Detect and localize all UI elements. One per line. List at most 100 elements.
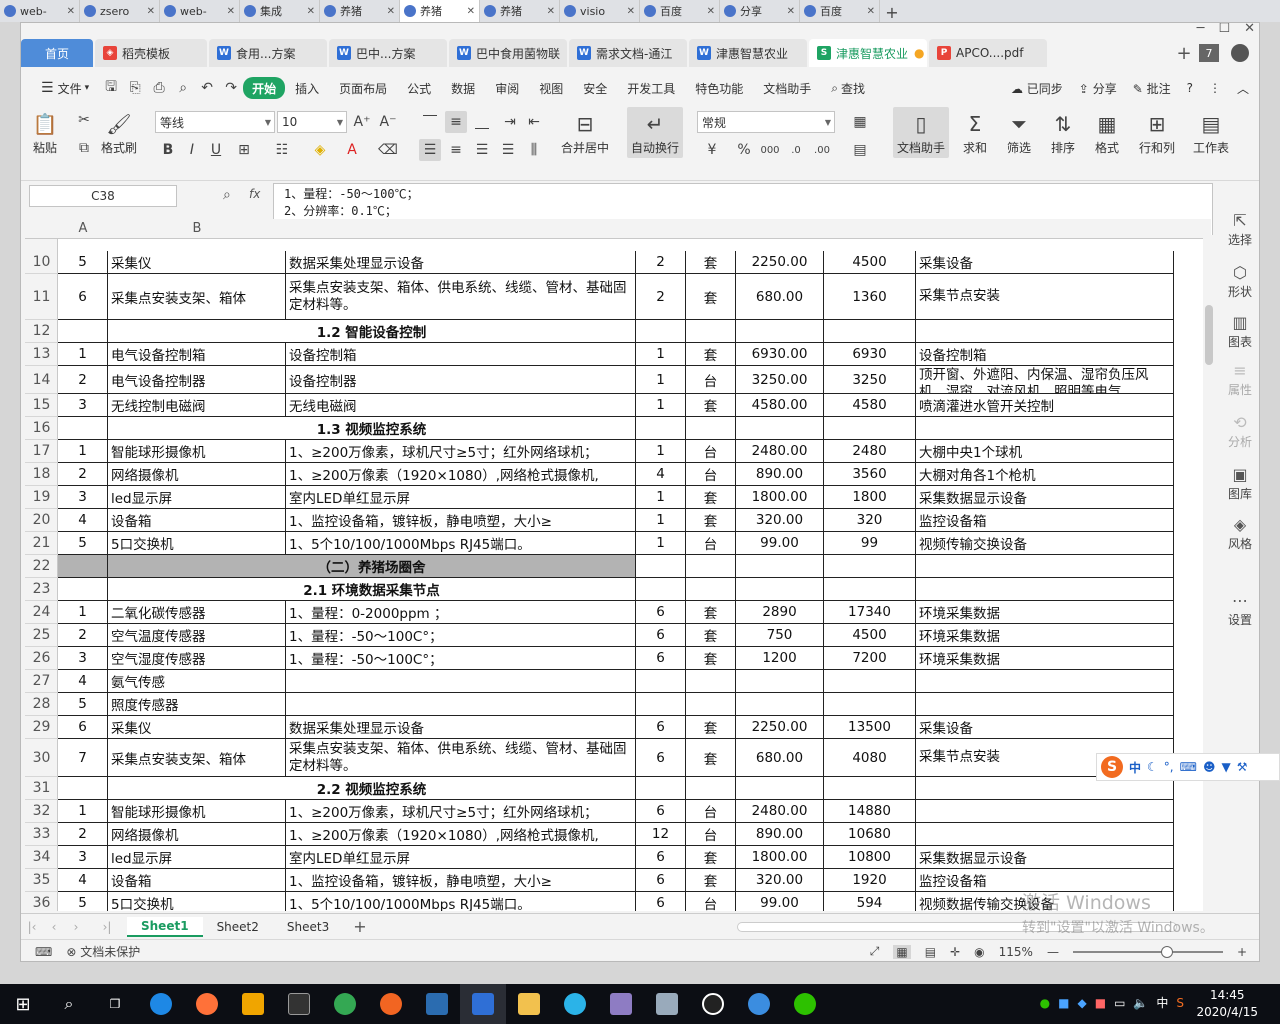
menu-item[interactable]: 开始 — [243, 77, 286, 99]
panel-settings-button[interactable]: ⋯ 设置 — [1219, 591, 1259, 628]
filter-button[interactable]: ⏷ 筛选 — [1005, 111, 1033, 156]
cell-d[interactable]: 2 — [636, 274, 686, 320]
cell[interactable] — [58, 777, 108, 800]
panel-gallery-button[interactable]: ▣ 图库 — [1219, 465, 1259, 502]
cell[interactable] — [686, 417, 736, 440]
cell-e[interactable]: 套 — [686, 601, 736, 624]
cell-f[interactable]: 890.00 — [736, 823, 824, 846]
cell-h[interactable]: 采集数据显示设备 — [916, 846, 1174, 869]
cell-f[interactable] — [736, 693, 824, 716]
outdent-icon[interactable]: ⇤ — [523, 111, 545, 133]
cell-d[interactable]: 6 — [636, 869, 686, 892]
more-icon[interactable]: ⋮ — [1209, 81, 1221, 95]
cell-h[interactable] — [916, 670, 1174, 693]
document-tab[interactable]: ◈ 稻壳模板 — [95, 39, 207, 67]
document-tab[interactable]: W 需求文档-通江 — [569, 39, 687, 67]
browser-tab[interactable]: 养猪 ✕ — [480, 0, 560, 22]
cell-d[interactable]: 1 — [636, 509, 686, 532]
cell[interactable] — [736, 555, 824, 578]
cell-a[interactable]: 4 — [58, 670, 108, 693]
cell-d[interactable] — [636, 670, 686, 693]
cell-b[interactable]: 网络摄像机 — [108, 823, 286, 846]
cell[interactable] — [686, 578, 736, 601]
cell-a[interactable]: 5 — [58, 251, 108, 274]
tab-close-icon[interactable]: ✕ — [624, 6, 635, 17]
cell[interactable] — [824, 320, 916, 343]
cell-a[interactable]: 5 — [58, 532, 108, 555]
cell-e[interactable]: 套 — [686, 739, 736, 777]
browser-tab[interactable]: visio ✕ — [560, 0, 640, 22]
cell[interactable] — [636, 578, 686, 601]
taskbar-explorer[interactable] — [506, 984, 552, 1024]
cell-b[interactable]: 采集点安装支架、箱体 — [108, 274, 286, 320]
cell[interactable] — [58, 555, 108, 578]
cell-e[interactable]: 套 — [686, 394, 736, 417]
menu-item[interactable]: 安全 — [573, 77, 617, 99]
menu-item[interactable]: 公式 — [397, 77, 441, 99]
cell-c[interactable]: 1、≥200万像素（1920×1080）,网络枪式摄像机, — [286, 463, 636, 486]
undo-icon[interactable]: ↶ — [195, 77, 219, 99]
cell-h[interactable] — [916, 800, 1174, 823]
cell-h[interactable]: 设备控制箱 — [916, 343, 1174, 366]
open-icon[interactable]: ⎘ — [123, 77, 147, 99]
cell-g[interactable]: 10680 — [824, 823, 916, 846]
cell-h[interactable]: 环境采集数据 — [916, 601, 1174, 624]
cell[interactable] — [736, 417, 824, 440]
browser-tab[interactable]: 集成 ✕ — [240, 0, 320, 22]
cell-e[interactable]: 套 — [686, 869, 736, 892]
share-button[interactable]: ⇪ 分享 — [1079, 80, 1117, 97]
cell-c[interactable]: 数据采集处理显示设备 — [286, 251, 636, 274]
doc-helper-button[interactable]: ▯ 文档助手 — [893, 107, 950, 158]
taskbar-wechat[interactable] — [782, 984, 828, 1024]
browser-tab[interactable]: web- ✕ — [160, 0, 240, 22]
cell-c[interactable]: 1、≥200万像素，球机尺寸≥5寸；红外网络球机； — [286, 800, 636, 823]
sort-button[interactable]: ⇅ 排序 — [1049, 111, 1077, 156]
cell-e[interactable]: 台 — [686, 892, 736, 911]
browser-tab[interactable]: zsero ✕ — [80, 0, 160, 22]
cell-a[interactable]: 4 — [58, 869, 108, 892]
cell[interactable] — [824, 578, 916, 601]
cell-a[interactable]: 6 — [58, 716, 108, 739]
cell-c[interactable]: 1、5个10/100/1000Mbps RJ45端口。 — [286, 532, 636, 555]
panel-chart-button[interactable]: ▥ 图表 — [1219, 313, 1259, 350]
normal-view-icon[interactable]: ▦ — [893, 944, 911, 959]
first-sheet-icon[interactable]: |‹ — [21, 920, 43, 934]
menu-item[interactable]: 审阅 — [485, 77, 529, 99]
cell-h[interactable]: 环境采集数据 — [916, 647, 1174, 670]
cell-g[interactable]: 4500 — [824, 624, 916, 647]
cell-b[interactable]: 设备箱 — [108, 509, 286, 532]
cell-b[interactable]: 采集点安装支架、箱体 — [108, 739, 286, 777]
cell-h[interactable]: 环境采集数据 — [916, 624, 1174, 647]
cell-e[interactable]: 台 — [686, 532, 736, 555]
document-tab[interactable]: 首页 — [21, 39, 93, 67]
section-title-cell[interactable]: 1.2 智能设备控制 — [108, 320, 636, 343]
help-icon[interactable]: ? — [1187, 81, 1193, 95]
tray-sogou-icon[interactable]: S — [1176, 996, 1184, 1010]
cell-c[interactable]: 1、量程：-50～100C°； — [286, 647, 636, 670]
cell-b[interactable]: 网络摄像机 — [108, 463, 286, 486]
cell-c[interactable] — [286, 693, 636, 716]
cell-f[interactable]: 890.00 — [736, 463, 824, 486]
cell-h[interactable]: 视频数据传输交换设备 — [916, 892, 1174, 911]
collapse-ribbon-icon[interactable]: ︿ — [1237, 80, 1249, 97]
horizontal-scrollbar[interactable] — [736, 921, 1177, 932]
cell-b[interactable]: 无线控制电磁阀 — [108, 394, 286, 417]
cell-f[interactable]: 680.00 — [736, 739, 824, 777]
cell-d[interactable]: 1 — [636, 532, 686, 555]
cell-g[interactable]: 14880 — [824, 800, 916, 823]
cell-d[interactable] — [636, 693, 686, 716]
cell[interactable] — [824, 417, 916, 440]
menu-item[interactable]: 插入 — [285, 77, 329, 99]
percent-icon[interactable]: % — [733, 139, 755, 161]
cell-f[interactable]: 320.00 — [736, 869, 824, 892]
add-sheet-icon[interactable]: + — [343, 917, 376, 936]
cell-f[interactable]: 2480.00 — [736, 440, 824, 463]
copy-icon[interactable]: ⧉ — [73, 137, 95, 159]
tab-close-icon[interactable]: ✕ — [864, 6, 875, 17]
align-center-icon[interactable]: ≡ — [445, 139, 467, 161]
cell-f[interactable]: 2250.00 — [736, 251, 824, 274]
cell-h[interactable]: 喷滴灌进水管开关控制 — [916, 394, 1174, 417]
cell-h[interactable]: 视频传输交换设备 — [916, 532, 1174, 555]
cell-c[interactable]: 室内LED单红显示屏 — [286, 846, 636, 869]
cell-b[interactable]: 空气温度传感器 — [108, 624, 286, 647]
